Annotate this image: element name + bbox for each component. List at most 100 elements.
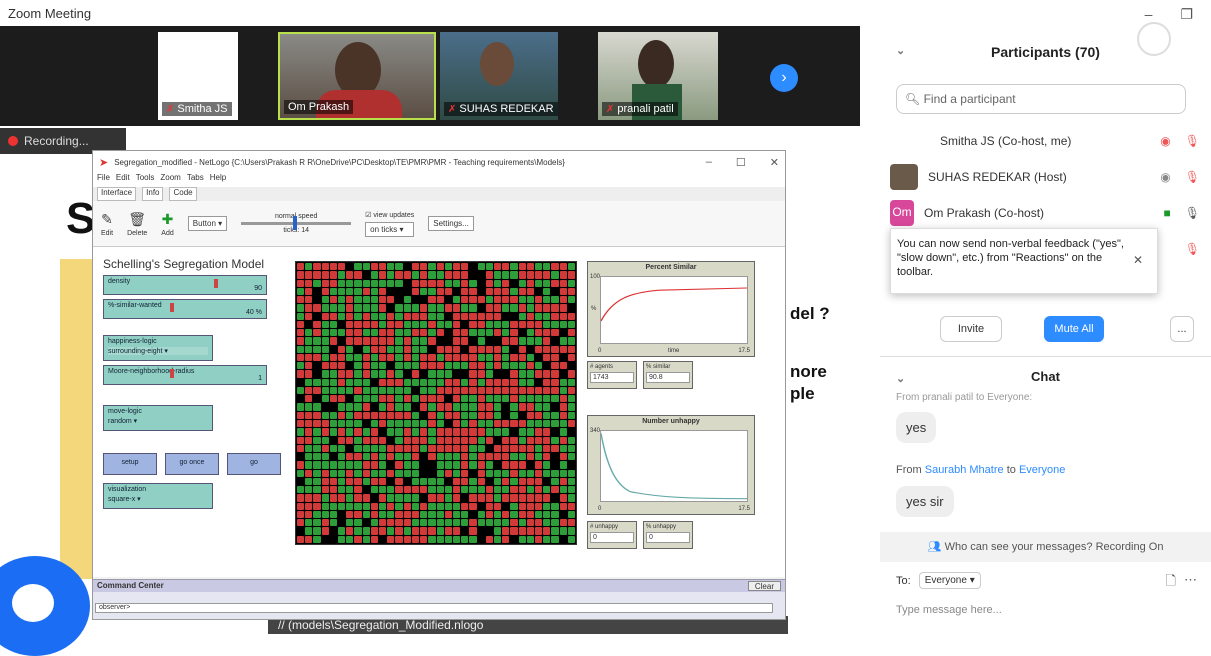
reactions-tooltip: You can now send non-verbal feedback ("y…: [890, 228, 1158, 294]
model-title: Schelling's Segregation Model: [103, 257, 265, 271]
number-unhappy-line: [600, 433, 748, 500]
more-options-icon[interactable]: ⋯: [1184, 572, 1197, 594]
app-title: Zoom Meeting: [0, 0, 880, 26]
mute-all-button[interactable]: Mute All: [1044, 316, 1104, 342]
plot-ymax: 340: [590, 428, 601, 434]
chat-partial-line: From pranali patil to Everyone:: [896, 392, 1033, 403]
speed-slider-thumb[interactable]: [293, 216, 298, 230]
mic-muted-icon[interactable]: 🎙︎: [1185, 170, 1200, 184]
slide-text: del ?: [790, 304, 830, 323]
tab-info[interactable]: Info: [142, 187, 164, 201]
menu-tools[interactable]: Tools: [136, 173, 155, 187]
settings-button[interactable]: Settings...: [428, 216, 474, 231]
delete-button[interactable]: 🗑 Delete: [127, 211, 147, 237]
video-tile[interactable]: ✗ SUHAS REDEKAR: [440, 32, 558, 120]
message-visibility-notice[interactable]: 👥︎ Who can see your messages? Recording …: [880, 532, 1211, 562]
mic-muted-icon: ✗: [166, 103, 175, 115]
widget-type-select[interactable]: Button ▾: [187, 216, 228, 231]
person-image: [480, 42, 514, 86]
command-center: Command Center Clear observer>: [93, 579, 785, 619]
video-tile[interactable]: ✗ Smitha JS: [158, 32, 238, 120]
plot-xmin: 0: [598, 506, 602, 512]
mic-on-icon[interactable]: 🎙︎: [1185, 206, 1200, 220]
tab-bar: Interface Info Code: [93, 187, 785, 201]
menu-zoom[interactable]: Zoom: [160, 173, 180, 187]
update-mode-select[interactable]: on ticks ▾: [365, 221, 415, 237]
mic-muted-icon[interactable]: 🎙︎: [1185, 242, 1200, 256]
slide-text: ple: [790, 384, 815, 403]
file-icon[interactable]: 🗋︎: [1166, 572, 1176, 594]
pencil-icon: ✎: [101, 210, 113, 227]
world-view[interactable]: [295, 261, 577, 545]
participant-name: Om Prakash: [288, 101, 350, 113]
chevron-down-icon[interactable]: ⌄: [896, 44, 905, 57]
video-gallery: ✗ Smitha JS Om Prakash ✗ SUHAS REDEKAR ✗ pr…: [0, 26, 860, 126]
view-updates-group: ☑ view updates on ticks ▾: [365, 211, 415, 237]
recording-status-icon: ◉: [1160, 170, 1171, 184]
similar-wanted-slider[interactable]: %-similar-wanted 40 %: [103, 299, 267, 319]
tab-interface[interactable]: Interface: [97, 187, 137, 201]
move-logic-chooser[interactable]: move-logic random ▾: [103, 405, 213, 431]
chat-message-input[interactable]: Type message here...: [896, 604, 1002, 616]
close-icon[interactable]: ✕: [1133, 253, 1143, 267]
recipient-name[interactable]: Everyone: [1019, 464, 1065, 476]
chevron-down-icon[interactable]: ⌄: [896, 372, 905, 385]
go-once-button[interactable]: go once: [165, 453, 219, 475]
recording-label: Recording...: [24, 134, 89, 148]
speed-slider[interactable]: normal speed ticks: 14: [241, 213, 352, 234]
mic-muted-icon: ✗: [448, 103, 457, 115]
invite-button[interactable]: Invite: [940, 316, 1002, 342]
slide-text: nore: [790, 362, 827, 381]
participant-name: Smitha JS: [177, 103, 228, 115]
video-tile[interactable]: ✗ pranali patil: [598, 32, 718, 120]
close-icon[interactable]: ✕: [770, 156, 779, 169]
go-button[interactable]: go: [227, 453, 281, 475]
happiness-logic-chooser[interactable]: happiness-logic surrounding-eight ▾: [103, 335, 213, 361]
setup-button[interactable]: setup: [103, 453, 157, 475]
similar-monitor: % similar 90.8: [643, 361, 693, 389]
interface-canvas: Schelling's Segregation Model density 90…: [93, 247, 785, 577]
minimize-icon[interactable]: –: [706, 156, 712, 169]
chat-sender-line: From Saurabh Mhatre to Everyone: [896, 464, 1066, 476]
restore-icon[interactable]: ❐: [1180, 6, 1193, 23]
radius-slider[interactable]: Moore-neighborhood-radius 1: [103, 365, 267, 385]
clear-button[interactable]: Clear: [747, 581, 781, 591]
plot-title: Number unhappy: [642, 418, 700, 425]
menu-bar: File Edit Tools Zoom Tabs Help: [93, 173, 785, 187]
pct-unhappy-monitor: % unhappy 0: [643, 521, 693, 549]
menu-help[interactable]: Help: [210, 173, 226, 187]
recording-status-icon: ◉: [1160, 134, 1171, 148]
menu-edit[interactable]: Edit: [116, 173, 130, 187]
menu-tabs[interactable]: Tabs: [187, 173, 204, 187]
edit-button[interactable]: ✎ Edit: [101, 211, 113, 237]
view-updates-checkbox[interactable]: ☑ view updates: [365, 211, 414, 219]
participant-row[interactable]: SUHAS REDEKAR (Host) ◉ 🎙︎: [890, 160, 1200, 194]
more-button[interactable]: ...: [1170, 316, 1194, 342]
chevron-right-icon[interactable]: ›: [770, 64, 798, 92]
video-on-icon[interactable]: ■: [1164, 206, 1171, 220]
plot-title: Percent Similar: [645, 264, 697, 271]
density-slider[interactable]: density 90: [103, 275, 267, 295]
unhappy-monitor: # unhappy 0: [587, 521, 637, 549]
participant-row[interactable]: Smitha JS (Co-host, me) ◉ 🎙︎: [890, 124, 1200, 158]
participant-row[interactable]: Om Om Prakash (Co-host) ■ 🎙︎: [890, 196, 1200, 230]
tab-code[interactable]: Code: [169, 187, 197, 201]
minimize-icon[interactable]: –: [1145, 6, 1153, 23]
participant-search-input[interactable]: 🔍︎ Find a participant: [896, 84, 1186, 114]
plot-xmax: 17.5: [738, 506, 750, 512]
trash-icon: 🗑: [128, 210, 147, 227]
sender-name[interactable]: Saurabh Mhatre: [925, 464, 1004, 476]
add-button[interactable]: ✚ Add: [161, 211, 173, 237]
menu-file[interactable]: File: [97, 173, 110, 187]
mic-muted-icon[interactable]: 🎙︎: [1185, 134, 1200, 148]
chat-message: yes: [896, 412, 937, 443]
video-tile-active-speaker[interactable]: Om Prakash: [278, 32, 436, 120]
observer-input[interactable]: observer>: [95, 603, 773, 613]
recipient-select[interactable]: Everyone ▾: [918, 572, 981, 589]
visualization-chooser[interactable]: visualization square-x ▾: [103, 483, 213, 509]
netlogo-titlebar: ➤ Segregation_modified - NetLogo {C:\Use…: [93, 151, 785, 173]
mic-muted-icon: ✗: [606, 103, 615, 115]
maximize-icon[interactable]: ☐: [736, 156, 746, 169]
plus-icon: ✚: [161, 210, 174, 227]
chat-recipient: To: Everyone ▾: [896, 572, 981, 589]
